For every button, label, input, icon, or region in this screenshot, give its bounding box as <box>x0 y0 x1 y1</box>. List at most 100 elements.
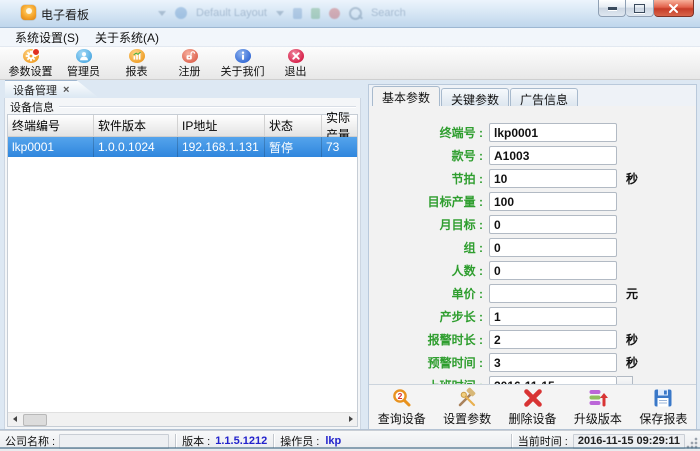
terminal-id-label: 终端号 : <box>369 124 483 141</box>
admin-user-icon <box>76 49 92 63</box>
work-time-field[interactable]: 2016-11-15 <box>489 376 617 384</box>
overlay-app-icon <box>175 7 187 19</box>
device-info-group-title: 设备信息 <box>10 99 54 115</box>
form-row: 节拍 : 10 秒 <box>369 167 696 190</box>
menu-system-settings[interactable]: 系统设置(S) <box>7 28 87 47</box>
app-window: 电子看板 Default Layout Search 系统设置(S) 关于系统(… <box>0 0 700 449</box>
warning-time-field[interactable]: 3 <box>489 353 617 372</box>
tab-close-icon[interactable]: × <box>63 84 69 96</box>
parameter-tabs: 基本参数 关键参数 广告信息 <box>369 85 696 106</box>
toolbar-param-settings-button[interactable]: 参数设置 <box>4 48 57 79</box>
monthly-target-field[interactable]: 0 <box>489 215 617 234</box>
device-table: 终端编号 软件版本 IP地址 状态 实际产量 lkp0001 1.0.0.102… <box>7 114 358 427</box>
delete-device-button[interactable]: 删除设备 <box>500 387 565 427</box>
info-icon <box>235 49 251 63</box>
basic-params-form: 终端号 : lkp0001 款号 : A1003 节拍 : 10 秒 目标产量 … <box>369 106 696 384</box>
col-status[interactable]: 状态 <box>265 115 322 136</box>
delete-device-icon <box>522 387 544 409</box>
group-field[interactable]: 0 <box>489 238 617 257</box>
scroll-right-arrow-icon[interactable] <box>344 413 357 425</box>
device-list-panel: 设备管理 × 设备信息 终端编号 软件版本 IP地址 状态 实际产量 <box>4 80 361 430</box>
upgrade-version-button[interactable]: 升级版本 <box>565 387 630 427</box>
version-value: 1.1.5.1212 <box>215 435 267 447</box>
terminal-id-field[interactable]: lkp0001 <box>489 123 617 142</box>
tab-key-params[interactable]: 关键参数 <box>441 88 509 106</box>
group-label: 组 : <box>369 239 483 256</box>
exit-icon <box>288 49 304 63</box>
output-step-field[interactable]: 1 <box>489 307 617 326</box>
parameters-panel: 基本参数 关键参数 广告信息 终端号 : lkp0001 款号 : A1003 … <box>368 84 697 430</box>
people-count-label: 人数 : <box>369 262 483 279</box>
alarm-duration-unit: 秒 <box>626 331 638 348</box>
main-area: 设备管理 × 设备信息 终端编号 软件版本 IP地址 状态 实际产量 <box>0 80 700 430</box>
query-device-button[interactable]: 2 查询设备 <box>369 387 434 427</box>
form-row: 报警时长 : 2 秒 <box>369 328 696 351</box>
form-row: 终端号 : lkp0001 <box>369 121 696 144</box>
menu-bar: 系统设置(S) 关于系统(A) <box>0 28 700 47</box>
set-params-icon <box>456 387 478 409</box>
people-count-field[interactable]: 0 <box>489 261 617 280</box>
col-actual-output[interactable]: 实际产量 <box>322 115 357 136</box>
current-time-label: 当前时间 : <box>518 433 568 449</box>
device-action-bar: 2 查询设备 设置参数 删除 <box>369 384 696 429</box>
overlay-layout-label: Default Layout <box>196 7 267 19</box>
minimize-button[interactable] <box>598 0 626 17</box>
warning-time-unit: 秒 <box>626 354 638 371</box>
monthly-target-label: 月目标 : <box>369 216 483 233</box>
table-row[interactable]: lkp0001 1.0.0.1024 192.168.1.131 暂停 73 <box>8 137 357 157</box>
style-number-label: 款号 : <box>369 147 483 164</box>
company-name-label: 公司名称 : <box>5 433 55 449</box>
set-params-button[interactable]: 设置参数 <box>434 387 499 427</box>
operator-value: lkp <box>325 435 341 447</box>
scrollbar-thumb[interactable] <box>23 414 47 426</box>
col-software-version[interactable]: 软件版本 <box>94 115 178 136</box>
overlay-tool-icon <box>311 8 320 19</box>
notification-dot <box>32 48 40 56</box>
alarm-duration-field[interactable]: 2 <box>489 330 617 349</box>
unit-price-field[interactable] <box>489 284 617 303</box>
toolbar-admin-button[interactable]: 管理员 <box>57 48 110 79</box>
date-dropdown-button[interactable] <box>617 376 633 384</box>
toolbar-about-button[interactable]: 关于我们 <box>216 48 269 79</box>
version-label: 版本 : <box>182 433 210 449</box>
main-toolbar: 参数设置 管理员 报表 注册 关于我们 <box>0 47 700 80</box>
chevron-down-icon <box>276 11 284 16</box>
operator-label: 操作员 : <box>280 433 319 449</box>
unit-price-unit: 元 <box>626 285 638 302</box>
window-title: 电子看板 <box>41 6 89 23</box>
target-output-field[interactable]: 100 <box>489 192 617 211</box>
scroll-left-arrow-icon[interactable] <box>8 413 21 425</box>
takt-field[interactable]: 10 <box>489 169 617 188</box>
target-output-label: 目标产量 : <box>369 193 483 210</box>
search-device-icon: 2 <box>391 387 413 409</box>
alarm-duration-label: 报警时长 : <box>369 331 483 348</box>
upgrade-version-icon <box>587 387 609 409</box>
form-row: 组 : 0 <box>369 236 696 259</box>
col-terminal-id[interactable]: 终端编号 <box>8 115 94 136</box>
panel-splitter[interactable] <box>361 80 368 430</box>
record-dot-icon <box>329 8 340 19</box>
close-button[interactable] <box>654 0 694 17</box>
toolbar-report-button[interactable]: 报表 <box>110 48 163 79</box>
tab-device-management[interactable]: 设备管理 × <box>5 80 99 98</box>
style-number-field[interactable]: A1003 <box>489 146 617 165</box>
form-row: 款号 : A1003 <box>369 144 696 167</box>
save-report-button[interactable]: 保存报表 <box>631 387 696 427</box>
maximize-button[interactable] <box>626 0 654 17</box>
app-icon <box>21 5 36 20</box>
register-lock-icon <box>182 49 198 63</box>
toolbar-register-button[interactable]: 注册 <box>163 48 216 79</box>
resize-grip[interactable] <box>686 437 698 449</box>
form-row: 月目标 : 0 <box>369 213 696 236</box>
tab-basic-params[interactable]: 基本参数 <box>372 86 440 106</box>
status-bar: 公司名称 : 版本 : 1.1.5.1212 操作员 : lkp 当前时间 : … <box>0 430 700 451</box>
tab-ad-info[interactable]: 广告信息 <box>510 88 578 106</box>
document-tab-strip: 设备管理 × <box>4 80 361 98</box>
form-row: 单价 : 元 <box>369 282 696 305</box>
col-ip-address[interactable]: IP地址 <box>178 115 265 136</box>
takt-unit: 秒 <box>626 170 638 187</box>
device-info-group: 设备信息 终端编号 软件版本 IP地址 状态 实际产量 lkp0001 1.0.… <box>4 98 361 430</box>
menu-about-system[interactable]: 关于系统(A) <box>87 28 167 47</box>
toolbar-exit-button[interactable]: 退出 <box>269 48 322 79</box>
horizontal-scrollbar[interactable] <box>8 412 357 426</box>
